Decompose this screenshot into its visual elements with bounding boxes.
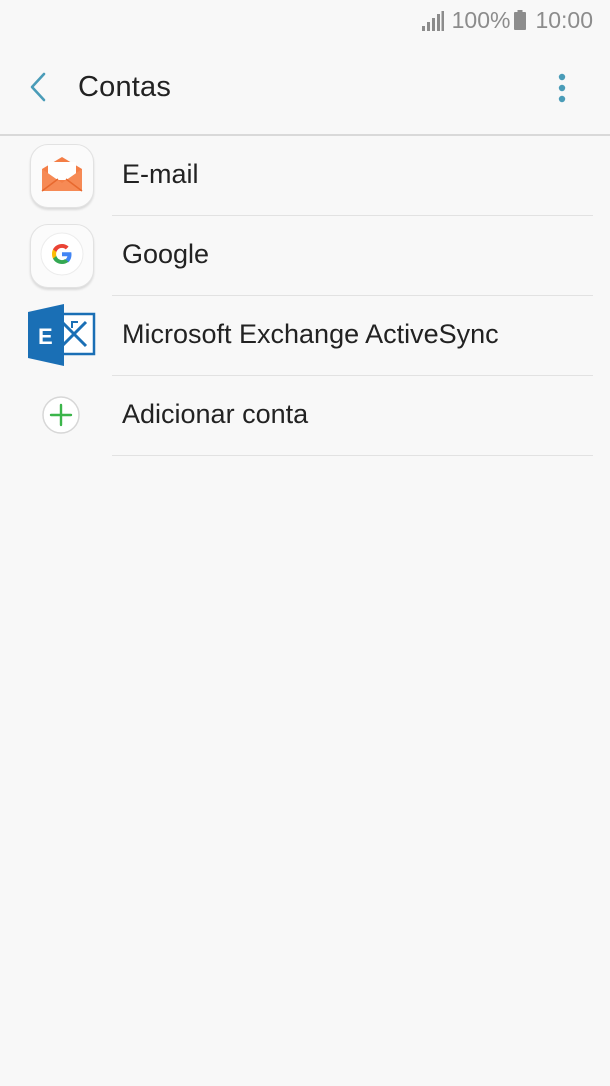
back-button[interactable] [20,69,56,109]
account-label: E-mail [122,159,199,189]
battery-percent: 100% [451,6,511,33]
email-app-icon [28,142,94,208]
add-icon [41,395,81,440]
google-app-icon [28,222,94,288]
account-label: Adicionar conta [122,399,309,429]
exchange-icon: E [28,304,96,372]
page-title: Contas [78,71,172,103]
account-label: Microsoft Exchange ActiveSync [122,319,499,349]
status-indicators: 100% 10:00 [421,6,593,34]
account-list: E-mail Google E Microsoft Exchange Activ… [0,136,610,456]
clock: 10:00 [535,6,593,33]
app-bar: Contas [0,44,610,136]
account-label: Google [122,239,210,269]
add-account-item[interactable]: Adicionar conta [0,376,610,456]
battery-icon [514,9,527,30]
svg-text:E: E [38,324,53,349]
status-bar: 100% 10:00 [0,0,610,40]
account-item-email[interactable]: E-mail [0,136,610,216]
account-item-google[interactable]: Google [0,216,610,296]
google-icon [40,232,84,281]
back-arrow-icon [28,72,48,107]
email-icon [40,154,84,199]
more-options-button[interactable] [544,70,580,110]
exchange-app-icon: E [28,302,96,368]
account-item-exchange[interactable]: E Microsoft Exchange ActiveSync [0,296,610,376]
more-vert-icon [558,73,566,108]
divider [112,455,593,456]
add-account-icon-wrap [28,382,94,448]
signal-icon [421,10,444,31]
